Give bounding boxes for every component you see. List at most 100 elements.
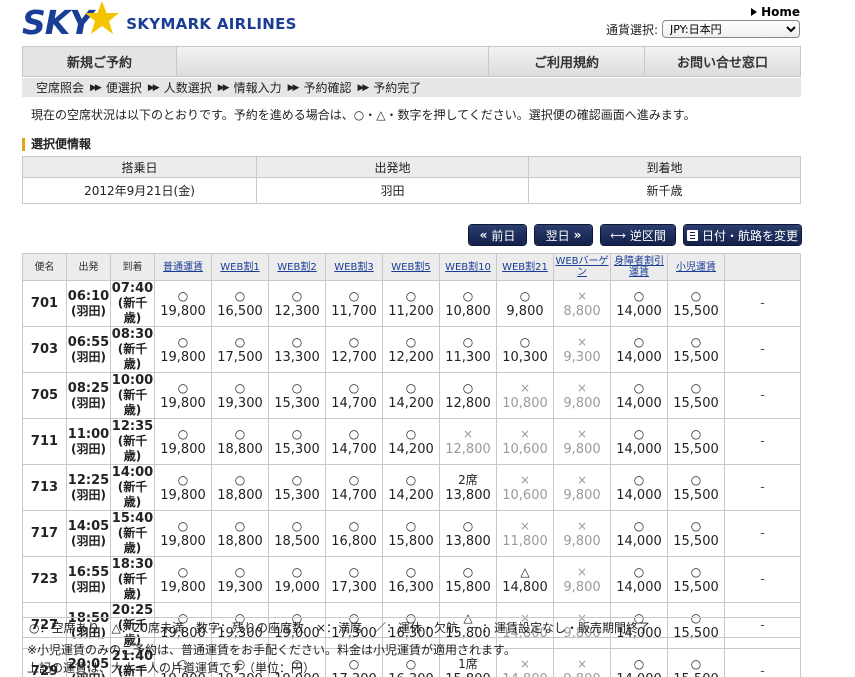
fare-cell[interactable]: ○15,500 — [667, 418, 725, 465]
prev-day-button[interactable]: « 前日 — [469, 225, 526, 245]
fare-cell[interactable]: ○15,500 — [667, 510, 725, 557]
fare-cell[interactable]: ○19,800 — [154, 418, 212, 465]
fare-cell[interactable]: ○14,000 — [610, 326, 668, 373]
fare-cell[interactable]: ○ 13,800 — [439, 510, 497, 557]
fare-price: 12,800 — [445, 441, 491, 457]
col-header-fare[interactable]: WEB割2 — [268, 253, 326, 281]
fare-cell[interactable]: ○ 15,300 — [268, 418, 326, 465]
fare-cell[interactable]: ○19,000 — [268, 556, 326, 603]
col-header-fare[interactable]: 身障者割引運賃 — [610, 253, 668, 281]
change-date-route-button[interactable]: 日付・航路を変更 — [684, 225, 801, 245]
reverse-route-label: 逆区間 — [629, 228, 666, 243]
fare-cell[interactable]: ○15,500 — [667, 372, 725, 419]
fare-cell[interactable]: ○ 18,800 — [211, 418, 269, 465]
fare-cell[interactable]: ○ 15,800 — [439, 556, 497, 603]
seat-status: ○ — [177, 288, 189, 303]
intro-text: 現在の空席状況は以下のとおりです。予約を進める場合は、○・△・数字を押してくださ… — [31, 108, 696, 122]
col-header-fare[interactable]: WEB割5 — [382, 253, 440, 281]
fare-cell[interactable]: ○15,500 — [667, 648, 725, 677]
flight-info-table: 搭乗日 出発地 到着地 2012年9月21日(金) 羽田 新千歳 — [22, 156, 801, 204]
fare-cell[interactable]: ○ 12,300 — [268, 280, 326, 327]
seat-status: ○ — [291, 380, 303, 395]
fare-price: 14,700 — [331, 395, 377, 411]
col-header-fare[interactable]: 普通運賃 — [154, 253, 212, 281]
currency-label: 通貨選択: — [605, 22, 658, 37]
fare-cell[interactable]: ○ 11,200 — [382, 280, 440, 327]
fare-cell[interactable]: ○19,800 — [154, 556, 212, 603]
fare-cell[interactable]: ○ 13,300 — [268, 326, 326, 373]
fare-cell[interactable]: ○19,800 — [154, 280, 212, 327]
fare-cell[interactable]: ○14,000 — [610, 372, 668, 419]
fare-cell[interactable]: ○ 14,700 — [325, 464, 383, 511]
seat-status: ○ — [690, 656, 702, 671]
fare-cell[interactable]: 2席 13,800 — [439, 464, 497, 511]
next-day-label: 翌日 — [545, 228, 570, 243]
fare-cell[interactable]: ○ 18,500 — [268, 510, 326, 557]
fare-cell[interactable]: ○14,000 — [610, 280, 668, 327]
fare-cell[interactable]: ○ 14,700 — [325, 418, 383, 465]
fare-cell[interactable]: ○ 17,500 — [211, 326, 269, 373]
fare-cell[interactable]: ○14,000 — [610, 464, 668, 511]
fare-cell[interactable]: ○14,000 — [610, 510, 668, 557]
fare-cell[interactable]: ○ 12,200 — [382, 326, 440, 373]
fare-cell[interactable]: ○ 10,300 — [496, 326, 554, 373]
fare-cell[interactable]: ○ 15,300 — [268, 372, 326, 419]
col-header-fare[interactable]: WEBバーゲン — [553, 253, 611, 281]
fare-cell[interactable]: ○15,500 — [667, 326, 725, 373]
col-header-fare[interactable]: 小児運賃 — [667, 253, 725, 281]
fare-cell[interactable]: ○ 11,300 — [439, 326, 497, 373]
fare-cell[interactable]: ○19,800 — [154, 372, 212, 419]
fare-cell[interactable]: ○ 14,200 — [382, 464, 440, 511]
col-header-fare[interactable]: WEB割3 — [325, 253, 383, 281]
fare-cell[interactable]: ○ 12,800 — [439, 372, 497, 419]
fare-cell[interactable]: ○19,800 — [154, 326, 212, 373]
fare-price: 14,000 — [616, 303, 662, 319]
fare-cell[interactable]: ○ 10,800 — [439, 280, 497, 327]
skymark-logo[interactable]: SKY SKYMARK AIRLINES — [22, 1, 297, 42]
fare-cell[interactable]: △ 14,800 — [496, 556, 554, 603]
fare-cell[interactable]: ○19,300 — [211, 372, 269, 419]
col-header-fare[interactable]: WEB割10 — [439, 253, 497, 281]
col-header-fare[interactable]: WEB割1 — [211, 253, 269, 281]
fare-cell[interactable]: ○17,300 — [325, 556, 383, 603]
fare-cell[interactable]: ○ 14,200 — [382, 372, 440, 419]
fare-cell[interactable]: ○ 12,700 — [325, 326, 383, 373]
fare-cell[interactable]: ○ 14,200 — [382, 418, 440, 465]
fare-cell[interactable]: ○16,300 — [382, 556, 440, 603]
fare-cell[interactable]: ○ 11,700 — [325, 280, 383, 327]
fare-cell[interactable]: ○15,500 — [667, 556, 725, 603]
fare-cell[interactable]: ○19,300 — [211, 556, 269, 603]
fare-cell[interactable]: ○15,500 — [667, 464, 725, 511]
fare-cell[interactable]: ○ 15,300 — [268, 464, 326, 511]
fare-cell[interactable]: ○ 18,800 — [211, 510, 269, 557]
fare-cell[interactable]: ○ 15,800 — [382, 510, 440, 557]
fare-cell[interactable]: ○14,000 — [610, 556, 668, 603]
home-link[interactable]: Home — [751, 5, 800, 19]
fare-cell[interactable]: ○ 16,500 — [211, 280, 269, 327]
next-day-button[interactable]: 翌日 » — [535, 225, 592, 245]
nav-new-booking[interactable]: 新規ご予約 — [23, 47, 177, 76]
nav-terms[interactable]: ご利用規約 — [489, 47, 645, 76]
arrive-time: 14:00 (新千歳) — [110, 464, 155, 511]
fare-price: 14,700 — [331, 441, 377, 457]
currency-select[interactable]: JPY:日本円 — [662, 20, 800, 38]
arrive-time-airport: (新千歳) — [117, 388, 148, 417]
fare-cell[interactable]: ○15,500 — [667, 280, 725, 327]
fare-cell[interactable]: ○ 16,800 — [325, 510, 383, 557]
col-header-fare[interactable]: WEB割21 — [496, 253, 554, 281]
fare-cell[interactable]: ○ 9,800 — [496, 280, 554, 327]
flight-row: 701 06:10 (羽田) 07:40 (新千歳) ○ 19,800 ○ 16,500 ○ 12,… — [22, 280, 801, 327]
fare-cell[interactable]: ○14,000 — [610, 418, 668, 465]
fare-cell[interactable]: ○ 18,800 — [211, 464, 269, 511]
nav-contact[interactable]: お問い合せ窓口 — [645, 47, 800, 76]
fare-cell[interactable]: ○19,800 — [154, 510, 212, 557]
seat-status: × — [576, 380, 588, 395]
info-header-origin: 出発地 — [256, 156, 529, 178]
fare-cell[interactable]: ○19,800 — [154, 464, 212, 511]
fare-cell[interactable]: ○ 14,700 — [325, 372, 383, 419]
fare-cell[interactable]: ○14,000 — [610, 648, 668, 677]
fare-price: 10,800 — [445, 303, 491, 319]
seat-status: ○ — [633, 426, 645, 441]
depart-time: 12:25 (羽田) — [66, 464, 111, 511]
reverse-route-button[interactable]: ⟷ 逆区間 — [601, 225, 675, 245]
